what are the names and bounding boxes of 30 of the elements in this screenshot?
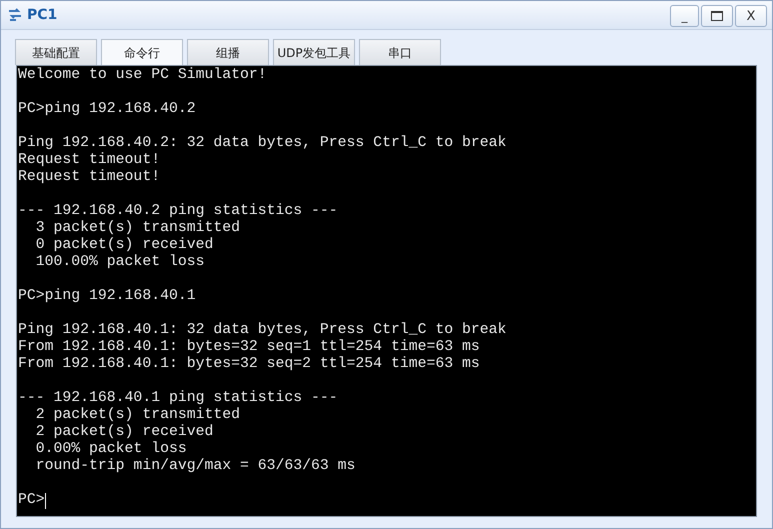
tab[interactable]: 命令行: [101, 39, 183, 65]
text-cursor: [44, 492, 46, 508]
maximize-button[interactable]: [701, 5, 733, 27]
terminal-line: From 192.168.40.1: bytes=32 seq=1 ttl=254 time=63 ms: [18, 339, 480, 356]
terminal-line: Ping 192.168.40.1: 32 data bytes, Press Ctrl_C to break: [18, 322, 506, 339]
terminal-line: 2 packet(s) transmitted: [34, 407, 240, 424]
terminal-line: Ping 192.168.40.2: 32 data bytes, Press Ctrl_C to break: [18, 135, 506, 152]
tab[interactable]: 组播: [187, 39, 269, 65]
terminal-line: 2 packet(s) received: [34, 424, 214, 441]
terminal-line: round-trip min/avg/max = 63/63/63 ms: [34, 458, 356, 475]
tab[interactable]: 串口: [359, 39, 441, 65]
terminal-line: 0.00% packet loss: [34, 441, 187, 458]
terminal-line: Welcome to use PC Simulator!: [18, 67, 267, 84]
close-button[interactable]: X: [735, 5, 767, 27]
terminal-line: From 192.168.40.1: bytes=32 seq=2 ttl=254 time=63 ms: [18, 356, 480, 373]
terminal-line: 100.00% packet loss: [34, 254, 204, 271]
terminal-line: Request timeout!: [18, 169, 160, 186]
minimize-button[interactable]: _: [670, 5, 699, 27]
command-prompt: PC>: [18, 492, 45, 509]
tab[interactable]: 基础配置: [15, 39, 97, 65]
window-title: PC1: [27, 6, 58, 24]
terminal-line: PC>ping 192.168.40.1: [18, 288, 196, 305]
tab[interactable]: UDP发包工具: [273, 39, 355, 65]
maximize-icon: [711, 11, 723, 21]
terminal-line: Request timeout!: [18, 152, 160, 169]
terminal-line: 0 packet(s) received: [34, 237, 214, 254]
terminal-line: --- 192.168.40.2 ping statistics ---: [18, 203, 338, 220]
terminal-line: PC>ping 192.168.40.2: [18, 101, 196, 118]
terminal-line: --- 192.168.40.1 ping statistics ---: [18, 390, 338, 407]
terminal-line: 3 packet(s) transmitted: [34, 220, 240, 237]
